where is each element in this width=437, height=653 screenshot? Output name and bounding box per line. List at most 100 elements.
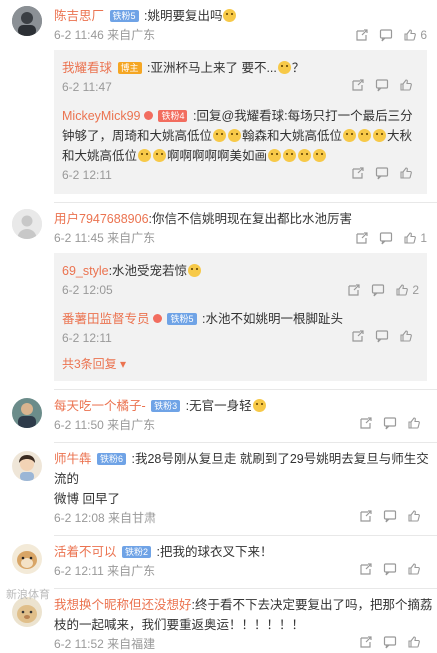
emoji-icon xyxy=(228,129,241,142)
reply-text-tail: ？ xyxy=(292,61,305,75)
comment-text: :无官一身轻 xyxy=(186,399,252,413)
reply-button[interactable] xyxy=(383,509,403,523)
avatar[interactable] xyxy=(12,544,42,574)
comment-item: 用户7947688906:你信不信姚明现在复出都比水池厉害 6-2 11:45 … xyxy=(0,209,437,381)
reply-item: MickeyMick99 铁粉4 :回复@我耀看球:每场只打一个最后三分钟够了，… xyxy=(62,102,419,190)
verified-icon xyxy=(144,111,153,120)
comment-meta: 6-2 11:46 来自广东 xyxy=(54,28,155,42)
reply-button[interactable] xyxy=(375,329,395,343)
emoji-icon xyxy=(283,149,296,162)
like-count: 1 xyxy=(420,229,427,247)
like-button[interactable] xyxy=(407,416,427,430)
reply-button[interactable] xyxy=(371,283,391,297)
reply-text: :亚洲杯马上来了 要不... xyxy=(147,61,277,75)
comment-meta: 6-2 11:52 来自福建 xyxy=(54,637,155,651)
avatar[interactable] xyxy=(12,451,42,481)
more-replies-link[interactable]: 共3条回复 ▾ xyxy=(62,353,419,377)
share-button[interactable] xyxy=(359,416,379,430)
like-button[interactable] xyxy=(407,509,427,523)
like-button[interactable] xyxy=(399,166,419,180)
reply-button[interactable] xyxy=(379,231,399,245)
like-button[interactable] xyxy=(407,562,427,576)
fan-badge: 铁粉4 xyxy=(158,110,187,122)
reply-button[interactable] xyxy=(375,166,395,180)
share-button[interactable] xyxy=(347,283,367,297)
reply-text-part-4: 啊啊啊啊啊美如画 xyxy=(167,149,267,163)
emoji-icon xyxy=(223,9,236,22)
comment-text: :终于看不下去决定要复出了吗，把那个摘荔 xyxy=(192,598,433,612)
comment-text: :把我的球衣叉下来！ xyxy=(157,545,273,559)
commenter-name[interactable]: 活着不可以 xyxy=(54,545,117,559)
share-button[interactable] xyxy=(359,509,379,523)
comment-text-continued: 枝的一起喊来，我们要重返奥运！！！！！！ xyxy=(54,618,304,632)
commenter-name[interactable]: 我想换个昵称但还没想好 xyxy=(54,598,192,612)
emoji-icon xyxy=(343,129,356,142)
share-button[interactable] xyxy=(355,28,375,42)
reply-button[interactable] xyxy=(379,28,399,42)
like-button[interactable] xyxy=(399,329,419,343)
commenter-name[interactable]: 用户7947688906 xyxy=(54,212,149,226)
comment-text: :姚明要复出吗 xyxy=(144,9,222,23)
comment-item: 每天吃一个橘子- 铁粉3 :无官一身轻 6-2 11:50 来自广东 xyxy=(0,396,437,434)
reply-list: 我耀看球 博主 :亚洲杯马上来了 要不... ？ 6-2 11:47 Mickey… xyxy=(54,50,427,194)
like-button[interactable] xyxy=(399,78,419,92)
reply-text: :水池受宠若惊 xyxy=(109,264,187,278)
reply-item: 番薯田监督专员 铁粉5 :水池不如姚明一根脚趾头 6-2 12:11 xyxy=(62,305,419,353)
commenter-name[interactable]: 陈吉思厂 xyxy=(54,9,104,23)
reply-meta: 6-2 12:11 xyxy=(62,331,112,345)
blogger-badge: 博主 xyxy=(118,62,142,74)
replier-name[interactable]: 我耀看球 xyxy=(62,61,112,75)
reply-item: 我耀看球 博主 :亚洲杯马上来了 要不... ？ 6-2 11:47 xyxy=(62,54,419,102)
like-button[interactable]: 1 xyxy=(403,229,427,247)
comment-meta: 6-2 12:11 来自广东 xyxy=(54,564,155,578)
emoji-icon xyxy=(373,129,386,142)
comment-item: 我想换个昵称但还没想好:终于看不下去决定要复出了吗，把那个摘荔 枝的一起喊来，我… xyxy=(0,595,437,653)
reply-item: 69_style:水池受宠若惊 6-2 12:05 2 xyxy=(62,257,419,305)
share-button[interactable] xyxy=(351,78,371,92)
reply-button[interactable] xyxy=(383,562,403,576)
divider xyxy=(54,535,437,536)
reply-list: 69_style:水池受宠若惊 6-2 12:05 2 番薯田监督专员 铁粉5 … xyxy=(54,253,427,381)
share-button[interactable] xyxy=(359,562,379,576)
emoji-icon xyxy=(268,149,281,162)
like-button[interactable]: 2 xyxy=(395,281,419,299)
comment-text-continued: 微博 回早了 xyxy=(54,492,120,506)
like-button[interactable]: 6 xyxy=(403,26,427,44)
reply-button[interactable] xyxy=(375,78,395,92)
fan-badge: 铁粉6 xyxy=(97,453,126,465)
reply-text: :水池不如姚明一根脚趾头 xyxy=(202,312,343,326)
comment-item: 活着不可以 铁粉2 :把我的球衣叉下来！ 6-2 12:11 来自广东 xyxy=(0,542,437,580)
emoji-icon xyxy=(213,129,226,142)
comment-meta: 6-2 12:08 来自甘肃 xyxy=(54,511,156,525)
watermark: 新浪体育 xyxy=(6,586,50,602)
fan-badge: 铁粉2 xyxy=(122,546,151,558)
share-button[interactable] xyxy=(355,231,375,245)
like-button[interactable] xyxy=(407,635,427,649)
replier-name[interactable]: 番薯田监督专员 xyxy=(62,312,150,326)
reply-meta: 6-2 11:47 xyxy=(62,80,112,94)
divider xyxy=(54,442,437,443)
divider xyxy=(54,202,437,203)
replier-name[interactable]: 69_style xyxy=(62,264,109,278)
caret-down-icon: ▾ xyxy=(117,357,126,371)
like-count: 6 xyxy=(420,26,427,44)
commenter-name[interactable]: 师牛犇 xyxy=(54,452,92,466)
replier-name[interactable]: MickeyMick99 xyxy=(62,109,141,123)
reply-button[interactable] xyxy=(383,635,403,649)
share-button[interactable] xyxy=(359,635,379,649)
emoji-icon xyxy=(138,149,151,162)
emoji-icon xyxy=(358,129,371,142)
like-count: 2 xyxy=(412,281,419,299)
avatar[interactable] xyxy=(12,6,42,36)
emoji-icon xyxy=(298,149,311,162)
share-button[interactable] xyxy=(351,329,371,343)
commenter-name[interactable]: 每天吃一个橘子- xyxy=(54,399,146,413)
comment-meta: 6-2 11:45 来自广东 xyxy=(54,231,155,245)
share-button[interactable] xyxy=(351,166,371,180)
avatar[interactable] xyxy=(12,209,42,239)
comment-item: 师牛犇 铁粉6 :我28号刚从复旦走 就刷到了29号姚明去复旦与师生交流的 微博… xyxy=(0,449,437,527)
emoji-icon xyxy=(278,61,291,74)
avatar[interactable] xyxy=(12,398,42,428)
verified-icon xyxy=(153,314,162,323)
reply-button[interactable] xyxy=(383,416,403,430)
